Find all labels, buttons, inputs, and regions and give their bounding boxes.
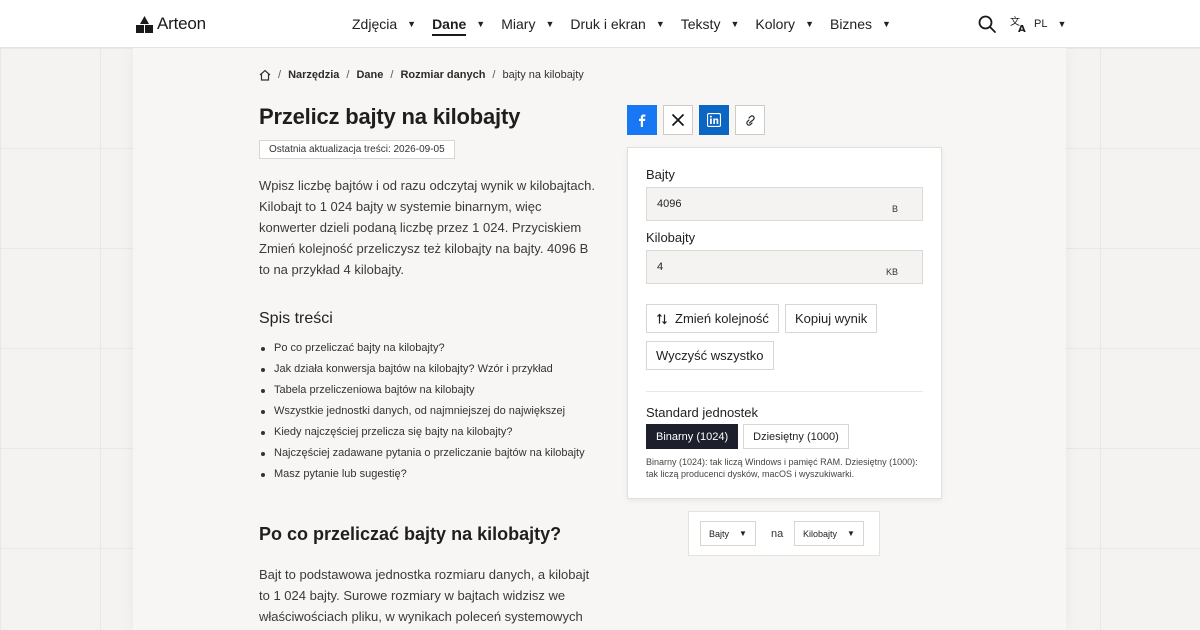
table-of-contents: Po co przeliczać bajty na kilobajty? Jak… bbox=[259, 338, 599, 485]
swap-icon bbox=[656, 313, 668, 325]
breadcrumb-link[interactable]: Dane bbox=[356, 69, 383, 81]
unit-standard-note: Binarny (1024): tak liczą Windows i pami… bbox=[646, 457, 918, 479]
breadcrumb-separator: / bbox=[346, 69, 350, 81]
toc-link[interactable]: Jak działa konwersja bajtów na kilobajty… bbox=[259, 359, 599, 380]
chevron-down-icon: ▼ bbox=[739, 529, 747, 538]
breadcrumb: / Narzędzia / Dane / Rozmiar danych / ba… bbox=[259, 69, 584, 81]
nav-item-label: Druk i ekran bbox=[570, 16, 646, 32]
breadcrumb-separator: / bbox=[390, 69, 394, 81]
share-linkedin-button[interactable] bbox=[699, 105, 729, 135]
copy-result-button[interactable]: Kopiuj wynik bbox=[785, 304, 878, 333]
bytes-unit: B bbox=[891, 204, 898, 214]
nav-item-label: Dane bbox=[432, 16, 467, 36]
intro-text: Wpisz liczbę bajtów i od razu odczytaj w… bbox=[259, 178, 595, 277]
nav-item-label: Miary bbox=[501, 16, 536, 32]
facebook-icon bbox=[639, 114, 646, 127]
swap-button[interactable]: Zmień kolejność bbox=[646, 304, 779, 333]
nav-item-biznes[interactable]: Biznes ▼ bbox=[830, 0, 891, 48]
chevron-down-icon: ▼ bbox=[545, 19, 555, 29]
divider bbox=[646, 391, 923, 392]
search-icon bbox=[978, 15, 996, 33]
nav-item-kolory[interactable]: Kolory ▼ bbox=[755, 0, 814, 48]
unit-picker: Bajty ▼ na Kilobajty ▼ bbox=[688, 511, 880, 556]
last-updated-badge: Ostatnia aktualizacja treści: 2026-09-05 bbox=[259, 140, 455, 159]
top-navigation-bar: Arteon Zdjęcia ▼ Dane ▼ Miary ▼ Druk i e… bbox=[0, 0, 1200, 48]
nav-item-miary[interactable]: Miary ▼ bbox=[501, 0, 554, 48]
nav-item-dane[interactable]: Dane ▼ bbox=[432, 0, 485, 48]
breadcrumb-link[interactable]: Rozmiar danych bbox=[400, 69, 485, 81]
bytes-field[interactable]: B bbox=[646, 187, 923, 221]
chevron-down-icon: ▼ bbox=[655, 19, 665, 29]
logo-text: Arteon bbox=[157, 14, 206, 33]
toc-link[interactable]: Wszystkie jednostki danych, od najmniejs… bbox=[259, 401, 599, 422]
share-x-button[interactable] bbox=[663, 105, 693, 135]
from-unit-value: Bajty bbox=[709, 528, 730, 539]
swap-button-label: Zmień kolejność bbox=[675, 311, 769, 326]
decimal-option[interactable]: Dziesiętny (1000) bbox=[743, 424, 849, 449]
toc-link[interactable]: Kiedy najczęściej przelicza się bajty na… bbox=[259, 422, 599, 443]
toc-link[interactable]: Masz pytanie lub sugestię? bbox=[259, 464, 599, 485]
section-text: Bajt to podstawowa jednostka rozmiaru da… bbox=[259, 567, 590, 624]
logo[interactable]: Arteon bbox=[136, 13, 206, 35]
unit-standard-toggle: Binarny (1024) Dziesiętny (1000) bbox=[646, 424, 849, 449]
chevron-down-icon: ▼ bbox=[1057, 19, 1067, 29]
share-facebook-button[interactable] bbox=[627, 105, 657, 135]
kilobytes-field[interactable]: KB bbox=[646, 250, 923, 284]
nav-item-label: Zdjęcia bbox=[352, 16, 398, 32]
copy-result-label: Kopiuj wynik bbox=[795, 311, 868, 326]
nav-item-teksty[interactable]: Teksty ▼ bbox=[681, 0, 740, 48]
clear-all-label: Wyczyść wszystko bbox=[656, 348, 764, 363]
bytes-input[interactable] bbox=[647, 188, 922, 220]
binary-option[interactable]: Binarny (1024) bbox=[646, 424, 739, 449]
breadcrumb-link[interactable]: Narzędzia bbox=[288, 69, 339, 81]
nav-item-label: Teksty bbox=[680, 16, 721, 32]
converter-card: Bajty B Kilobajty KB Zmień kolejność Kop… bbox=[627, 147, 942, 499]
article-column: Przelicz bajty na kilobajty Ostatnia akt… bbox=[259, 100, 599, 485]
toc-link[interactable]: Po co przeliczać bajty na kilobajty? bbox=[259, 338, 599, 359]
copy-link-button[interactable] bbox=[735, 105, 765, 135]
to-unit-value: Kilobajty bbox=[803, 528, 838, 539]
clear-all-button[interactable]: Wyczyść wszystko bbox=[646, 341, 774, 370]
search-button[interactable] bbox=[977, 14, 997, 34]
linkedin-icon bbox=[707, 113, 721, 127]
link-icon bbox=[746, 115, 755, 126]
language-selector[interactable]: 文 A PL ▼ bbox=[1010, 14, 1066, 34]
breadcrumb-separator: / bbox=[492, 69, 496, 81]
nav-item-label: Biznes bbox=[829, 16, 873, 32]
toc-title: Spis treści bbox=[259, 310, 333, 327]
section-heading: Po co przeliczać bajty na kilobajty? bbox=[259, 524, 562, 544]
svg-text:A: A bbox=[1018, 24, 1026, 33]
chevron-down-icon: ▼ bbox=[882, 19, 891, 29]
translate-icon: 文 A bbox=[1010, 15, 1026, 33]
chevron-down-icon: ▼ bbox=[407, 19, 417, 29]
page-title: Przelicz bajty na kilobajty bbox=[259, 104, 521, 129]
unit-standard-label: Standard jednostek bbox=[646, 405, 759, 420]
nav-item-druk-i-ekran[interactable]: Druk i ekran ▼ bbox=[570, 0, 664, 48]
chevron-down-icon: ▼ bbox=[805, 19, 814, 29]
language-code: PL bbox=[1034, 18, 1048, 30]
toc-link[interactable]: Tabela przeliczeniowa bajtów na kilobajt… bbox=[259, 380, 599, 401]
nav-item-zdjecia[interactable]: Zdjęcia ▼ bbox=[352, 0, 416, 48]
share-buttons bbox=[627, 105, 765, 135]
kilobytes-label: Kilobajty bbox=[646, 230, 696, 245]
kilobytes-unit: KB bbox=[885, 267, 898, 277]
nav-item-label: Kolory bbox=[755, 16, 796, 32]
chevron-down-icon: ▼ bbox=[476, 19, 486, 29]
bytes-label: Bajty bbox=[646, 167, 675, 182]
logo-icon bbox=[136, 15, 153, 33]
to-unit-select[interactable]: Kilobajty ▼ bbox=[794, 521, 864, 546]
chevron-down-icon: ▼ bbox=[847, 529, 855, 538]
picker-connector: na bbox=[771, 528, 784, 540]
home-icon[interactable] bbox=[259, 69, 271, 81]
from-unit-select[interactable]: Bajty ▼ bbox=[700, 521, 756, 546]
breadcrumb-current: bajty na kilobajty bbox=[502, 69, 584, 81]
x-icon bbox=[671, 113, 685, 127]
chevron-down-icon: ▼ bbox=[730, 19, 740, 29]
toc-link[interactable]: Najczęściej zadawane pytania o przelicza… bbox=[259, 443, 599, 464]
kilobytes-input[interactable] bbox=[647, 251, 922, 283]
main-nav: Zdjęcia ▼ Dane ▼ Miary ▼ Druk i ekran ▼ … bbox=[352, 0, 907, 48]
breadcrumb-separator: / bbox=[278, 69, 282, 81]
